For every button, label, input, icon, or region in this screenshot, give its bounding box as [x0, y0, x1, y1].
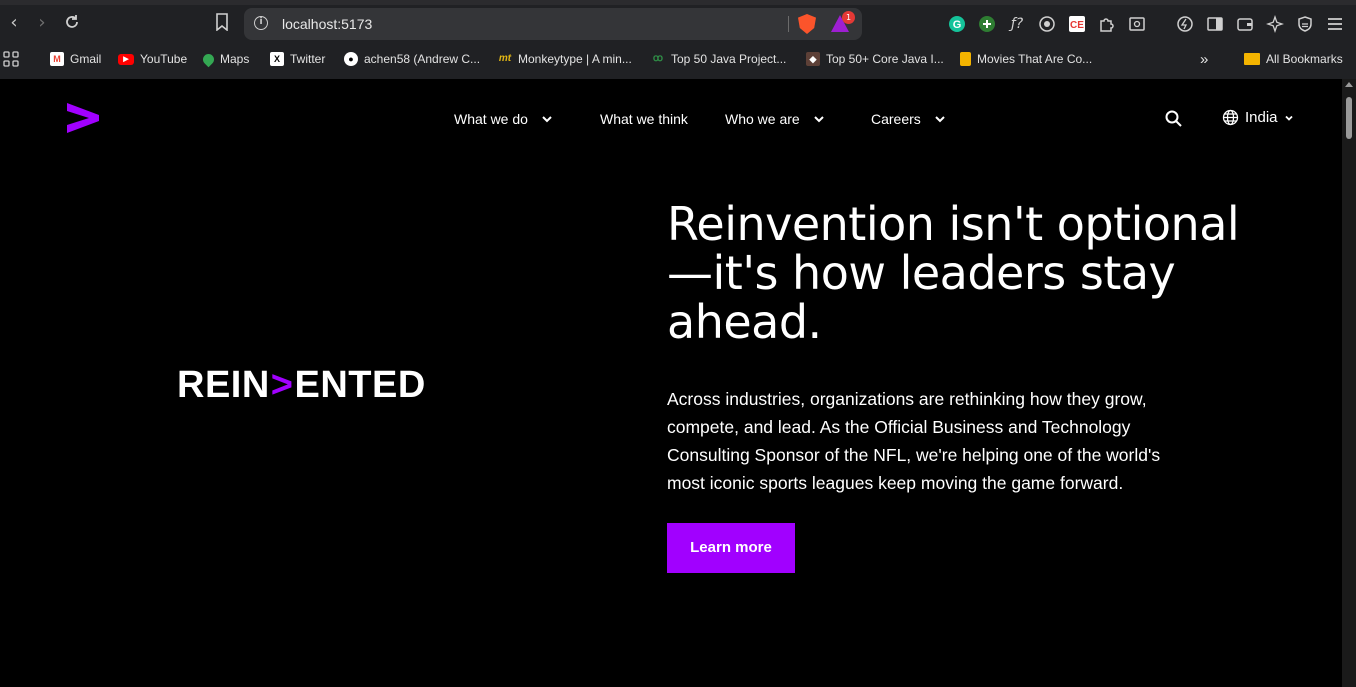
nav-what-we-think[interactable]: What we think — [600, 111, 688, 127]
wordmark-right: ENTED — [294, 364, 426, 406]
address-separator — [788, 16, 789, 32]
apps-grid-icon[interactable] — [3, 51, 19, 67]
search-icon[interactable] — [1164, 109, 1184, 129]
bookmark-youtube[interactable]: ▶ YouTube — [118, 51, 187, 67]
bookmark-maps[interactable]: Maps — [200, 51, 250, 67]
menu-icon[interactable] — [1326, 15, 1344, 33]
bookmark-monkeytype[interactable]: mt Monkeytype | A min... — [498, 51, 632, 67]
scroll-up-icon[interactable] — [1345, 82, 1353, 87]
page-viewport: What we do What we think Who we are Care… — [0, 79, 1342, 687]
extensions-puzzle-icon[interactable] — [1098, 15, 1116, 33]
add-extension-icon[interactable] — [978, 15, 996, 33]
scrollbar-thumb[interactable] — [1346, 97, 1352, 139]
forward-icon[interactable]: › — [32, 13, 52, 33]
bookmark-label: achen58 (Andrew C... — [364, 52, 481, 66]
leo-ai-icon[interactable] — [1266, 15, 1284, 33]
bookmarks-bar: M Gmail ▶ YouTube Maps X Twitter ● achen… — [0, 41, 1356, 77]
maps-icon — [200, 51, 217, 67]
bookmark-core-java[interactable]: ◆ Top 50+ Core Java I... — [806, 51, 944, 67]
grammarly-icon[interactable]: G — [948, 15, 966, 33]
bookmark-movies[interactable]: Movies That Are Co... — [960, 51, 1092, 67]
back-icon[interactable]: ‹ — [4, 13, 24, 33]
all-bookmarks[interactable]: All Bookmarks — [1244, 51, 1343, 67]
nav-who-we-are[interactable]: Who we are — [725, 111, 824, 127]
bookmark-label: YouTube — [140, 52, 188, 66]
chevron-down-icon — [542, 116, 552, 123]
screenshot-extension-icon[interactable] — [1128, 15, 1146, 33]
accenture-logo[interactable] — [67, 103, 99, 133]
browser-toolbar: ‹ › i localhost:5173 1 G ƒ? CE — [0, 5, 1356, 41]
wordmark-accent: > — [270, 364, 294, 406]
nav-what-we-do[interactable]: What we do — [454, 111, 552, 127]
globe-icon — [1222, 109, 1239, 126]
svg-text:G: G — [953, 19, 962, 31]
ce-extension-icon[interactable]: CE — [1068, 15, 1086, 33]
nav-label: What we think — [600, 111, 688, 127]
bookmark-github[interactable]: ● achen58 (Andrew C... — [344, 51, 480, 67]
bookmark-label: Gmail — [70, 52, 102, 66]
bookmark-label: Movies That Are Co... — [977, 52, 1093, 66]
site-info-icon[interactable]: i — [254, 16, 268, 30]
bookmark-page-icon[interactable] — [212, 13, 232, 33]
hero-description: Across industries, organizations are ret… — [667, 389, 1161, 493]
github-icon: ● — [344, 52, 358, 66]
language-label: India — [1245, 109, 1278, 126]
bookmark-label: Top 50 Java Project... — [671, 52, 787, 66]
bookmark-java-projects[interactable]: ꝏ Top 50 Java Project... — [651, 51, 787, 67]
wordmark-left: REIN — [177, 364, 270, 406]
wallet-icon[interactable] — [1236, 15, 1254, 33]
language-selector[interactable]: India — [1222, 109, 1294, 126]
bookmark-icon — [960, 52, 971, 66]
monkeytype-icon: mt — [498, 53, 512, 64]
font-extension-icon[interactable]: ƒ? — [1008, 15, 1026, 33]
vpn-shield-icon[interactable] — [1296, 15, 1314, 33]
reload-icon[interactable] — [62, 13, 82, 33]
nav-label: Who we are — [725, 111, 800, 127]
gfg-icon: ꝏ — [652, 53, 664, 64]
address-bar[interactable]: i localhost:5173 1 — [244, 8, 862, 40]
rewards-badge: 1 — [842, 11, 855, 24]
address-url[interactable]: localhost:5173 — [282, 16, 372, 32]
bookmark-label: Twitter — [290, 52, 326, 66]
all-bookmarks-label: All Bookmarks — [1266, 52, 1343, 66]
gmail-icon: M — [50, 52, 64, 66]
page-scrollbar[interactable] — [1342, 79, 1356, 687]
bookmark-gmail[interactable]: M Gmail — [50, 51, 101, 67]
bookmark-label: Maps — [220, 52, 250, 66]
target-extension-icon[interactable] — [1038, 15, 1056, 33]
headline-line: Reinvention isn't optional — [667, 197, 1240, 251]
nav-careers[interactable]: Careers — [871, 111, 945, 127]
bookmarks-overflow[interactable]: » — [1200, 51, 1208, 68]
x-icon: X — [270, 52, 284, 66]
svg-text:CE: CE — [1070, 20, 1084, 31]
bookmark-label: Monkeytype | A min... — [518, 52, 632, 66]
folder-icon — [1244, 53, 1260, 65]
bookmark-twitter[interactable]: X Twitter — [270, 51, 325, 67]
headline-line: —it's how leaders stay — [667, 246, 1176, 300]
chevron-down-icon — [935, 116, 945, 123]
cube-icon: ◆ — [806, 52, 820, 66]
headline-line: ahead. — [667, 295, 822, 349]
bookmark-label: Top 50+ Core Java I... — [826, 52, 944, 66]
learn-more-button[interactable]: Learn more — [667, 523, 795, 573]
chevron-down-icon — [1284, 115, 1293, 121]
nav-label: Careers — [871, 111, 921, 127]
brave-shields-icon[interactable] — [798, 14, 816, 34]
chevron-down-icon — [813, 116, 824, 123]
nav-label: What we do — [454, 111, 528, 127]
hero-headline: Reinvention isn't optional —it's how lea… — [667, 200, 1267, 347]
browser-chrome: ‹ › i localhost:5173 1 G ƒ? CE M Gmail ▶… — [0, 0, 1356, 79]
youtube-icon: ▶ — [118, 53, 134, 65]
reinvented-wordmark: REIN > ENTED — [177, 364, 426, 407]
speed-reader-icon[interactable] — [1176, 15, 1194, 33]
sidebar-toggle-icon[interactable] — [1206, 15, 1224, 33]
